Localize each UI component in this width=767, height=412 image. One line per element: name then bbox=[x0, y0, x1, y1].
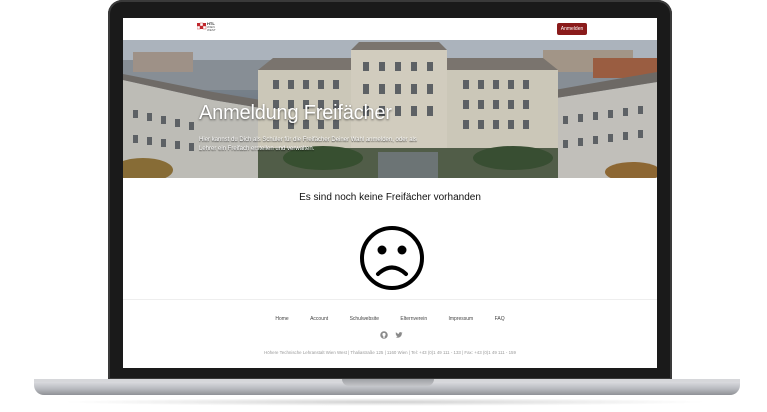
footer-navigation: Home Account Schulwebsite Elternverein I… bbox=[123, 316, 657, 322]
footer-divider bbox=[123, 299, 657, 300]
footer-link-imprint[interactable]: Impressum bbox=[449, 316, 474, 322]
logo-line-3: WEST bbox=[207, 28, 216, 32]
laptop-shadow bbox=[60, 398, 710, 406]
footer-link-school-website[interactable]: Schulwebsite bbox=[350, 316, 379, 322]
hero-description: Hier kannst du Dich als Schüler für die … bbox=[199, 137, 417, 152]
footer-link-parents-association[interactable]: Elternverein bbox=[400, 316, 427, 322]
login-button[interactable]: Anmelden bbox=[557, 23, 587, 35]
hero-banner: Anmeldung Freifächer Hier kannst du Dich… bbox=[123, 40, 657, 178]
page-title: Anmeldung Freifächer bbox=[199, 102, 392, 124]
navbar: HTL WIEN WEST Anmelden bbox=[123, 18, 657, 40]
sad-face-icon bbox=[360, 226, 424, 290]
laptop-screen: HTL WIEN WEST Anmelden Anmeldung Freifäc… bbox=[123, 18, 657, 368]
footer-link-faq[interactable]: FAQ bbox=[495, 316, 505, 322]
github-icon[interactable] bbox=[380, 331, 388, 339]
footer-link-home[interactable]: Home bbox=[275, 316, 288, 322]
laptop-notch bbox=[342, 379, 434, 386]
footer-address: Höhere Technische Lehranstalt Wien West … bbox=[264, 350, 516, 355]
school-logo-text: HTL WIEN WEST bbox=[207, 22, 216, 33]
footer-link-account[interactable]: Account bbox=[310, 316, 328, 322]
twitter-icon[interactable] bbox=[395, 331, 403, 339]
empty-state-message: Es sind noch keine Freifächer vorhanden bbox=[299, 192, 481, 203]
